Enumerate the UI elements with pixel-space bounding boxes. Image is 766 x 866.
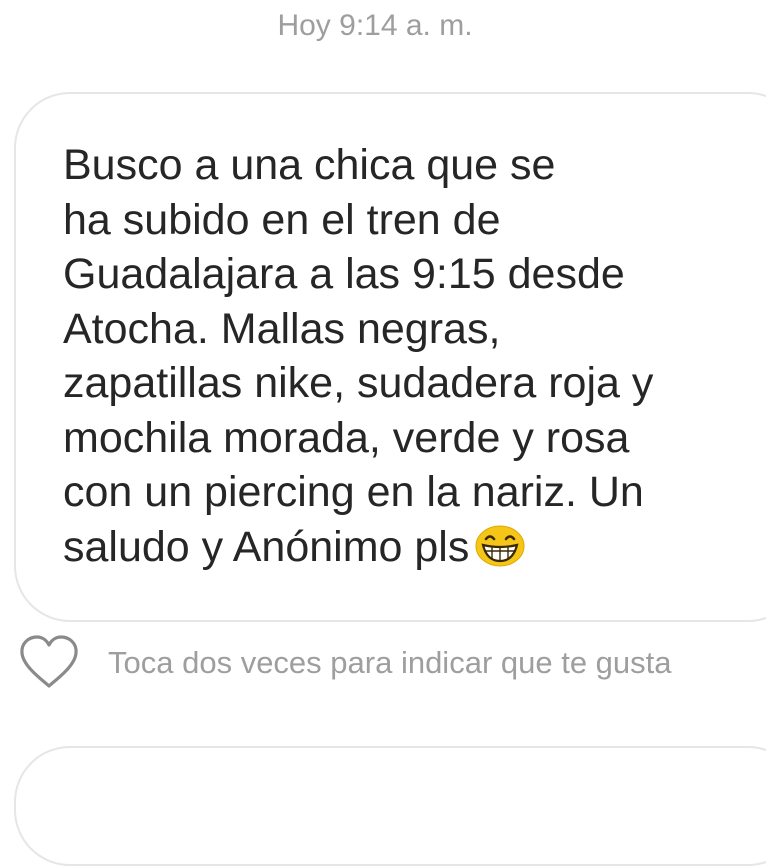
double-tap-like-hint: Toca dos veces para indicar que te gusta (108, 645, 672, 680)
like-button[interactable] (17, 634, 81, 690)
message-body: Busco a una chica que se ha subido en el… (63, 141, 654, 571)
message-timestamp: Hoy 9:14 a. m. (277, 9, 473, 42)
heart-outline-icon[interactable] (17, 634, 81, 690)
next-message-bubble[interactable] (14, 746, 766, 866)
message-text: Busco a una chica que se ha subido en el… (63, 138, 753, 574)
grinning-face-emoji-icon (475, 525, 525, 566)
